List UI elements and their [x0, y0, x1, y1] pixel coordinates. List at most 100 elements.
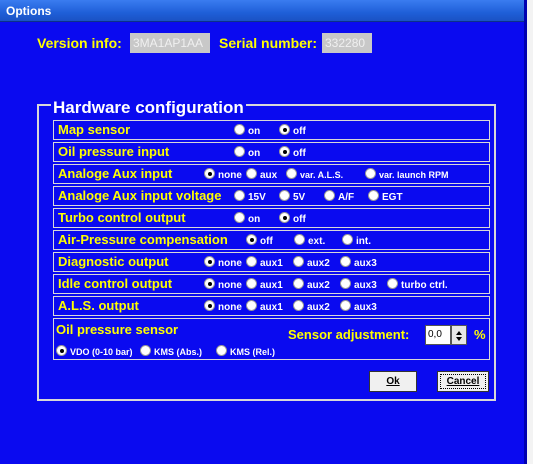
aux-input-aux-radio[interactable]: aux	[246, 168, 277, 182]
row-analoge-aux-input-voltage: Analoge Aux input voltage 15V 5V A/F EGT	[53, 186, 490, 206]
radio-icon	[234, 124, 245, 135]
idle-control-aux1-radio[interactable]: aux1	[246, 278, 283, 292]
radio-icon	[293, 278, 304, 289]
radio-icon	[234, 146, 245, 157]
radio-icon	[340, 278, 351, 289]
aux-input-var-launch-rpm-radio[interactable]: var. launch RPM	[365, 168, 449, 181]
analoge-aux-input-label: Analoge Aux input	[58, 166, 173, 181]
radio-icon	[340, 300, 351, 311]
diagnostic-aux2-radio[interactable]: aux2	[293, 256, 330, 270]
oil-pressure-input-label: Oil pressure input	[58, 144, 170, 159]
idle-control-turbo-ctrl-radio[interactable]: turbo ctrl.	[387, 278, 448, 292]
als-output-label: A.L.S. output	[58, 298, 139, 313]
radio-icon	[387, 278, 398, 289]
radio-icon	[324, 190, 335, 201]
idle-control-none-radio[interactable]: none	[204, 278, 242, 292]
air-pressure-off-radio[interactable]: off	[246, 234, 273, 248]
row-turbo-control-output: Turbo control output on off	[53, 208, 490, 228]
radio-selected-icon	[246, 234, 257, 245]
sensor-adjustment-label: Sensor adjustment:	[288, 327, 410, 342]
options-window: Options Version info: 3MA1AP1AA Serial n…	[0, 0, 527, 464]
air-pressure-compensation-label: Air-Pressure compensation	[58, 232, 228, 247]
turbo-control-off-radio[interactable]: off	[279, 212, 306, 226]
als-none-radio[interactable]: none	[204, 300, 242, 314]
radio-icon	[246, 168, 257, 179]
radio-icon	[342, 234, 353, 245]
oil-pressure-sensor-title: Oil pressure sensor	[56, 322, 179, 337]
serial-number-label: Serial number:	[219, 35, 318, 51]
radio-icon	[368, 190, 379, 201]
version-info-label: Version info:	[37, 35, 122, 51]
sensor-kms-abs-radio[interactable]: KMS (Abs.)	[140, 345, 202, 358]
turbo-control-output-label: Turbo control output	[58, 210, 186, 225]
row-analoge-aux-input: Analoge Aux input none aux var. A.L.S. v…	[53, 164, 490, 184]
radio-icon	[246, 278, 257, 289]
radio-icon	[279, 190, 290, 201]
radio-icon	[293, 300, 304, 311]
oil-pressure-input-off-radio[interactable]: off	[279, 146, 306, 160]
window-title: Options	[6, 4, 52, 18]
row-oil-pressure-input: Oil pressure input on off	[53, 142, 490, 162]
ok-button[interactable]: Ok	[369, 371, 417, 392]
cancel-button[interactable]: Cancel	[437, 371, 489, 392]
radio-icon	[234, 212, 245, 223]
radio-selected-icon	[204, 168, 215, 179]
als-aux1-radio[interactable]: aux1	[246, 300, 283, 314]
diagnostic-aux1-radio[interactable]: aux1	[246, 256, 283, 270]
radio-icon	[294, 234, 305, 245]
radio-selected-icon	[204, 278, 215, 289]
radio-icon	[216, 345, 227, 356]
radio-icon	[246, 300, 257, 311]
air-pressure-ext-radio[interactable]: ext.	[294, 234, 325, 248]
diagnostic-output-label: Diagnostic output	[58, 254, 169, 269]
hardware-configuration-panel: Hardware configuration Map sensor on off…	[37, 98, 496, 401]
voltage-5v-radio[interactable]: 5V	[279, 190, 305, 204]
version-info-value: 3MA1AP1AA	[130, 33, 210, 53]
sensor-adjustment-input[interactable]: 0,0	[425, 325, 451, 345]
oil-pressure-sensor-group: Oil pressure sensor VDO (0-10 bar) KMS (…	[53, 318, 490, 360]
map-sensor-label: Map sensor	[58, 122, 131, 137]
diagnostic-aux3-radio[interactable]: aux3	[340, 256, 377, 270]
map-sensor-on-radio[interactable]: on	[234, 124, 260, 138]
radio-selected-icon	[279, 124, 290, 135]
row-idle-control-output: Idle control output none aux1 aux2 aux3 …	[53, 274, 490, 294]
radio-icon	[293, 256, 304, 267]
voltage-15v-radio[interactable]: 15V	[234, 190, 266, 204]
radio-selected-icon	[204, 300, 215, 311]
radio-icon	[286, 168, 297, 179]
sensor-vdo-radio[interactable]: VDO (0-10 bar)	[56, 345, 133, 358]
turbo-control-on-radio[interactable]: on	[234, 212, 260, 226]
row-map-sensor: Map sensor on off	[53, 120, 490, 140]
row-diagnostic-output: Diagnostic output none aux1 aux2 aux3	[53, 252, 490, 272]
radio-selected-icon	[279, 212, 290, 223]
radio-icon	[140, 345, 151, 356]
aux-input-var-als-radio[interactable]: var. A.L.S.	[286, 168, 343, 181]
voltage-egt-radio[interactable]: EGT	[368, 190, 403, 204]
idle-control-output-label: Idle control output	[58, 276, 173, 291]
als-aux3-radio[interactable]: aux3	[340, 300, 377, 314]
air-pressure-int-radio[interactable]: int.	[342, 234, 371, 248]
idle-control-aux2-radio[interactable]: aux2	[293, 278, 330, 292]
percent-unit-label: %	[474, 327, 486, 342]
diagnostic-none-radio[interactable]: none	[204, 256, 242, 270]
voltage-af-radio[interactable]: A/F	[324, 190, 354, 204]
analoge-aux-input-voltage-label: Analoge Aux input voltage	[58, 188, 222, 203]
als-aux2-radio[interactable]: aux2	[293, 300, 330, 314]
radio-icon	[246, 256, 257, 267]
map-sensor-off-radio[interactable]: off	[279, 124, 306, 138]
row-air-pressure-compensation: Air-Pressure compensation off ext. int.	[53, 230, 490, 250]
radio-selected-icon	[204, 256, 215, 267]
radio-selected-icon	[279, 146, 290, 157]
radio-icon	[234, 190, 245, 201]
radio-selected-icon	[56, 345, 67, 356]
idle-control-aux3-radio[interactable]: aux3	[340, 278, 377, 292]
aux-input-none-radio[interactable]: none	[204, 168, 242, 182]
row-als-output: A.L.S. output none aux1 aux2 aux3	[53, 296, 490, 316]
radio-icon	[340, 256, 351, 267]
sensor-kms-rel-radio[interactable]: KMS (Rel.)	[216, 345, 275, 358]
radio-icon	[365, 168, 376, 179]
title-bar[interactable]: Options	[0, 0, 524, 22]
oil-pressure-input-on-radio[interactable]: on	[234, 146, 260, 160]
sensor-adjustment-spinner[interactable]	[451, 325, 467, 345]
hardware-configuration-title: Hardware configuration	[51, 98, 246, 118]
